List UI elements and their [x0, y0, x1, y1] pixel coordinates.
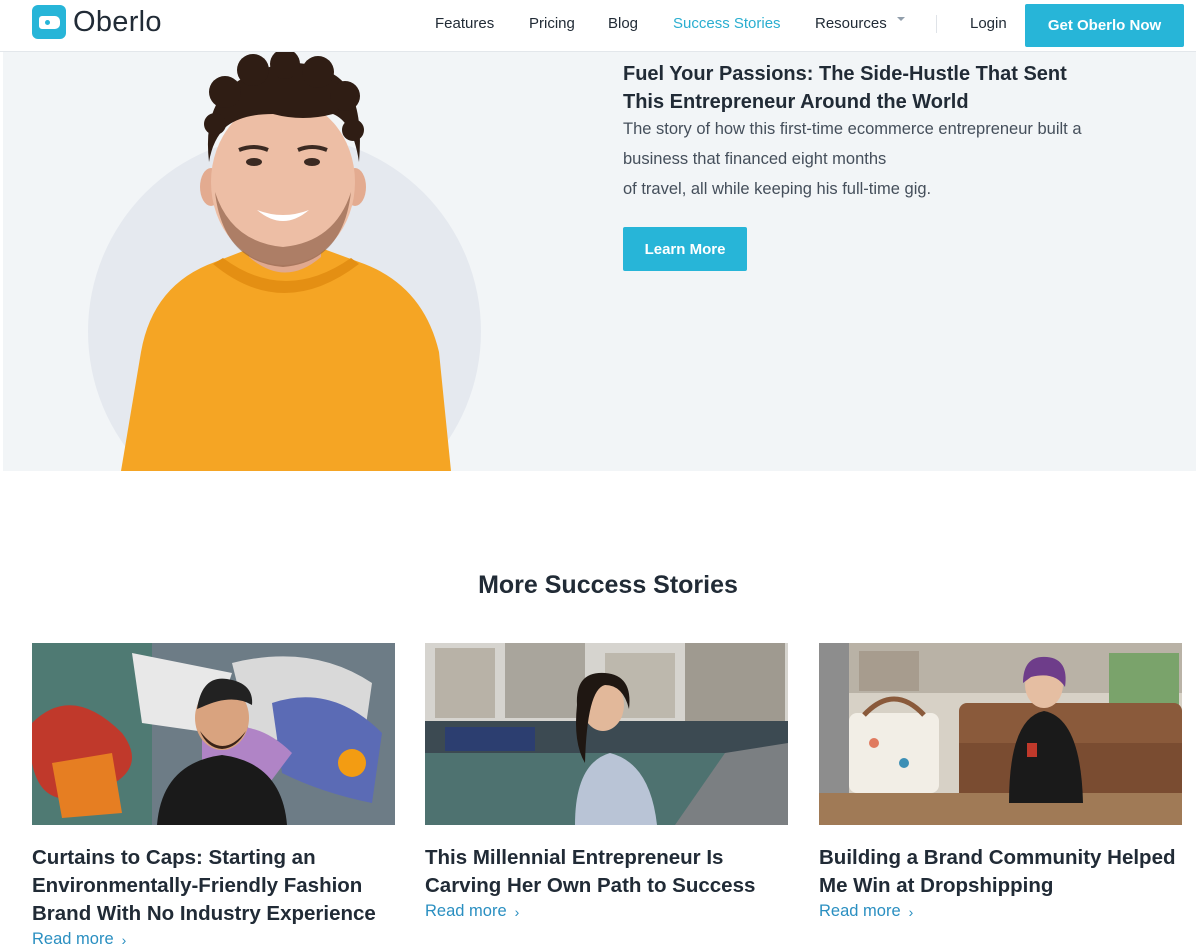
- hero-title-line: Fuel Your Passions: The Side-Hustle That…: [623, 63, 1067, 85]
- story-title-line[interactable]: Brand With No Industry Experience: [32, 900, 396, 928]
- hero-description: The story of how this first-time ecommer…: [623, 114, 1143, 204]
- read-more-link[interactable]: Read more ›: [425, 902, 519, 921]
- hero-title: Fuel Your Passions: The Side-Hustle That…: [623, 60, 1143, 116]
- hero-section: Fuel Your Passions: The Side-Hustle That…: [3, 52, 1196, 471]
- story-title-line[interactable]: Building a Brand Community Helped: [819, 844, 1183, 872]
- nav-link-resources[interactable]: Resources: [815, 14, 887, 34]
- nav-link-features[interactable]: Features: [435, 14, 494, 34]
- hero-title-line: This Entrepreneur Around the World: [623, 91, 969, 113]
- learn-more-button[interactable]: Learn More: [623, 227, 747, 271]
- hero-description-line: The story of how this first-time ecommer…: [623, 120, 1082, 138]
- story-title[interactable]: This Millennial Entrepreneur Is Carving …: [425, 844, 789, 900]
- nav-link-success-stories[interactable]: Success Stories: [673, 14, 781, 34]
- get-oberlo-now-button[interactable]: Get Oberlo Now: [1025, 4, 1184, 47]
- chevron-right-icon[interactable]: ›: [122, 932, 127, 948]
- story-card[interactable]: Curtains to Caps: Starting an Environmen…: [32, 643, 396, 948]
- story-title-line[interactable]: Me Win at Dropshipping: [819, 872, 1183, 900]
- story-title-line[interactable]: This Millennial Entrepreneur Is: [425, 844, 789, 872]
- story-title[interactable]: Curtains to Caps: Starting an Environmen…: [32, 844, 396, 928]
- read-more-label[interactable]: Read more: [819, 902, 901, 921]
- tag-icon: [32, 5, 66, 39]
- story-title-line[interactable]: Environmentally-Friendly Fashion: [32, 872, 396, 900]
- section-title: More Success Stories: [478, 571, 738, 599]
- read-more-link[interactable]: Read more ›: [819, 902, 913, 921]
- read-more-label[interactable]: Read more: [32, 930, 114, 948]
- login-link[interactable]: Login: [970, 14, 1007, 34]
- story-title-line[interactable]: Curtains to Caps: Starting an: [32, 844, 396, 872]
- story-image[interactable]: [819, 643, 1182, 825]
- chevron-right-icon[interactable]: ›: [515, 904, 520, 920]
- story-card[interactable]: This Millennial Entrepreneur Is Carving …: [425, 643, 789, 921]
- nav-divider: [936, 15, 937, 33]
- story-title-line[interactable]: Carving Her Own Path to Success: [425, 872, 789, 900]
- top-navigation: Oberlo Features Pricing Blog Success Sto…: [0, 0, 1196, 52]
- story-card[interactable]: Building a Brand Community Helped Me Win…: [819, 643, 1183, 921]
- logo-text: Oberlo: [73, 6, 162, 38]
- read-more-link[interactable]: Read more ›: [32, 930, 126, 948]
- chevron-right-icon[interactable]: ›: [909, 904, 914, 920]
- read-more-label[interactable]: Read more: [425, 902, 507, 921]
- story-image[interactable]: [32, 643, 395, 825]
- caret-down-icon[interactable]: [897, 17, 905, 21]
- story-image[interactable]: [425, 643, 788, 825]
- logo[interactable]: Oberlo: [32, 5, 162, 39]
- nav-link-blog[interactable]: Blog: [608, 14, 638, 34]
- nav-link-pricing[interactable]: Pricing: [529, 14, 575, 34]
- hero-description-line: of travel, all while keeping his full-ti…: [623, 180, 932, 198]
- hero-description-line: business that financed eight months: [623, 150, 887, 168]
- story-title[interactable]: Building a Brand Community Helped Me Win…: [819, 844, 1183, 900]
- entrepreneur-photo: [121, 52, 451, 471]
